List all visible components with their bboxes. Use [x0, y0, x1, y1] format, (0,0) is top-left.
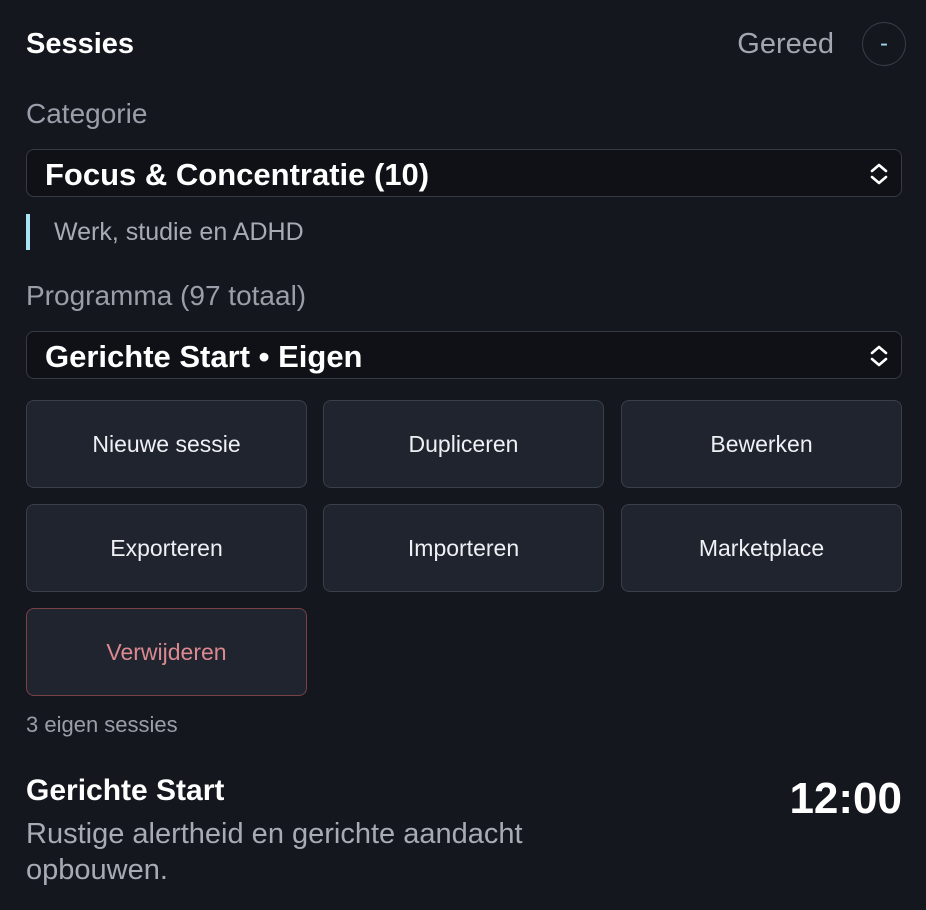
panel-title: Sessies	[26, 28, 135, 60]
chevron-up-down-icon	[870, 163, 888, 185]
new-session-button[interactable]: Nieuwe sessie	[26, 400, 307, 488]
program-select-value: Gerichte Start • Eigen	[45, 339, 363, 374]
collapse-button[interactable]: -	[862, 22, 906, 66]
category-description-text: Werk, studie en ADHD	[54, 218, 304, 246]
import-button[interactable]: Importeren	[323, 504, 604, 592]
delete-button[interactable]: Verwijderen	[26, 608, 307, 696]
session-duration: 12:00	[789, 774, 902, 823]
status-text: Gereed	[737, 28, 834, 60]
minus-icon: -	[880, 30, 888, 57]
category-description: Werk, studie en ADHD	[26, 214, 304, 250]
session-description: Rustige alertheid en gerichte aandacht o…	[26, 818, 523, 886]
export-button[interactable]: Exporteren	[26, 504, 307, 592]
own-sessions-count: 3 eigen sessies	[26, 712, 178, 737]
edit-button[interactable]: Bewerken	[621, 400, 902, 488]
session-title: Gerichte Start	[26, 774, 225, 807]
duplicate-button[interactable]: Dupliceren	[323, 400, 604, 488]
category-select[interactable]: Focus & Concentratie (10)	[26, 149, 902, 197]
sessions-panel: Sessies Gereed - Categorie Focus & Conce…	[26, 0, 906, 910]
panel-header: Sessies Gereed -	[26, 22, 906, 68]
marketplace-button[interactable]: Marketplace	[621, 504, 902, 592]
program-label: Programma (97 totaal)	[26, 280, 307, 311]
category-select-value: Focus & Concentratie (10)	[45, 157, 430, 192]
chevron-up-down-icon	[870, 345, 888, 367]
category-label: Categorie	[26, 98, 148, 129]
program-select[interactable]: Gerichte Start • Eigen	[26, 331, 902, 379]
